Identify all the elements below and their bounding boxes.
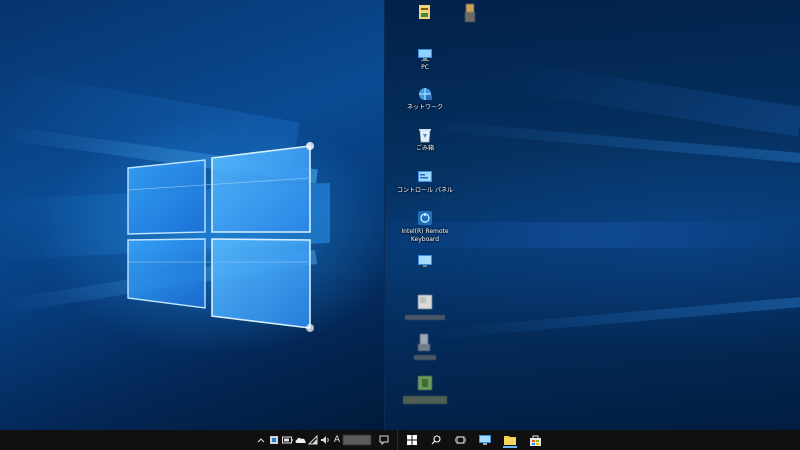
show-hidden-icons-button[interactable] — [255, 432, 267, 448]
remote-keyboard-icon — [417, 210, 433, 226]
onedrive-icon — [295, 437, 306, 443]
monitor-icon — [417, 253, 433, 269]
network-icon — [308, 435, 318, 445]
desktop-icon-blurred-1[interactable] — [395, 293, 455, 321]
remote-desktop-taskbar-button[interactable] — [476, 432, 494, 448]
desktop-icon-monitor[interactable] — [395, 253, 455, 271]
desktop-icon-network[interactable]: ネットワーク — [395, 86, 455, 112]
task-view-icon — [454, 436, 466, 444]
control-panel-icon — [417, 169, 433, 185]
start-button[interactable] — [404, 432, 420, 448]
active-indicator — [503, 446, 517, 448]
notification-icon — [379, 435, 389, 445]
chevron-up-icon — [257, 438, 265, 443]
file-icon — [417, 4, 433, 20]
network-globe-icon — [417, 86, 433, 102]
blurred-label — [405, 315, 445, 320]
file-explorer-icon — [504, 436, 516, 445]
taskbar: A — [0, 430, 800, 450]
desktop-icon-user[interactable] — [440, 4, 500, 22]
onedrive-tray-button[interactable] — [294, 432, 306, 448]
blurred-icon — [415, 293, 435, 313]
action-center-button[interactable] — [377, 432, 391, 448]
clock-blurred[interactable] — [342, 432, 372, 448]
battery-tray-button[interactable] — [281, 432, 293, 448]
battery-icon — [281, 436, 293, 444]
blurred-icon — [462, 4, 478, 22]
desktop-icon-remote-keyboard[interactable]: Intel(R) Remote Keyboard — [395, 210, 455, 244]
blurred-icon — [415, 374, 435, 394]
recycle-bin-icon — [417, 127, 433, 143]
volume-icon — [321, 436, 329, 444]
search-icon — [431, 435, 441, 445]
desktop-icon-blurred-3[interactable] — [395, 374, 455, 405]
windows-start-icon — [407, 435, 417, 445]
search-button[interactable] — [428, 432, 444, 448]
store-taskbar-button[interactable] — [526, 432, 544, 448]
pc-icon — [417, 46, 433, 62]
network-tray-button[interactable] — [307, 432, 319, 448]
taskbar-monitor-separator — [397, 430, 398, 450]
desktop-icon-control-panel[interactable]: コントロール パネル — [395, 169, 455, 195]
file-explorer-taskbar-button[interactable] — [501, 432, 519, 448]
desktop-icon-label: ごみ箱 — [415, 145, 434, 152]
store-icon — [529, 435, 541, 446]
blurred-icon — [415, 333, 435, 353]
desktop-icon-blurred-2[interactable] — [395, 333, 455, 361]
remote-desktop-icon — [479, 435, 491, 445]
desktop-icons: PC ネットワーク ごみ箱 コントロール パネル Intel(R) Remote… — [0, 0, 800, 430]
desktop-icon-label: ネットワーク — [406, 104, 443, 111]
desktop-icon-label: Intel(R) Remote Keyboard — [401, 228, 449, 243]
desktop-icon-label: PC — [421, 64, 429, 71]
blurred-label — [414, 355, 436, 360]
blurred-label — [403, 396, 447, 404]
desktop-icon-pc[interactable]: PC — [395, 46, 455, 72]
desktop-icon-recycle-bin[interactable]: ごみ箱 — [395, 127, 455, 153]
ime-mode-label: A — [333, 435, 341, 445]
defender-tray-button[interactable] — [268, 432, 280, 448]
volume-tray-button[interactable] — [319, 432, 331, 448]
defender-icon — [270, 436, 278, 444]
desktop-icon-label: コントロール パネル — [397, 187, 453, 194]
task-view-button[interactable] — [452, 432, 468, 448]
